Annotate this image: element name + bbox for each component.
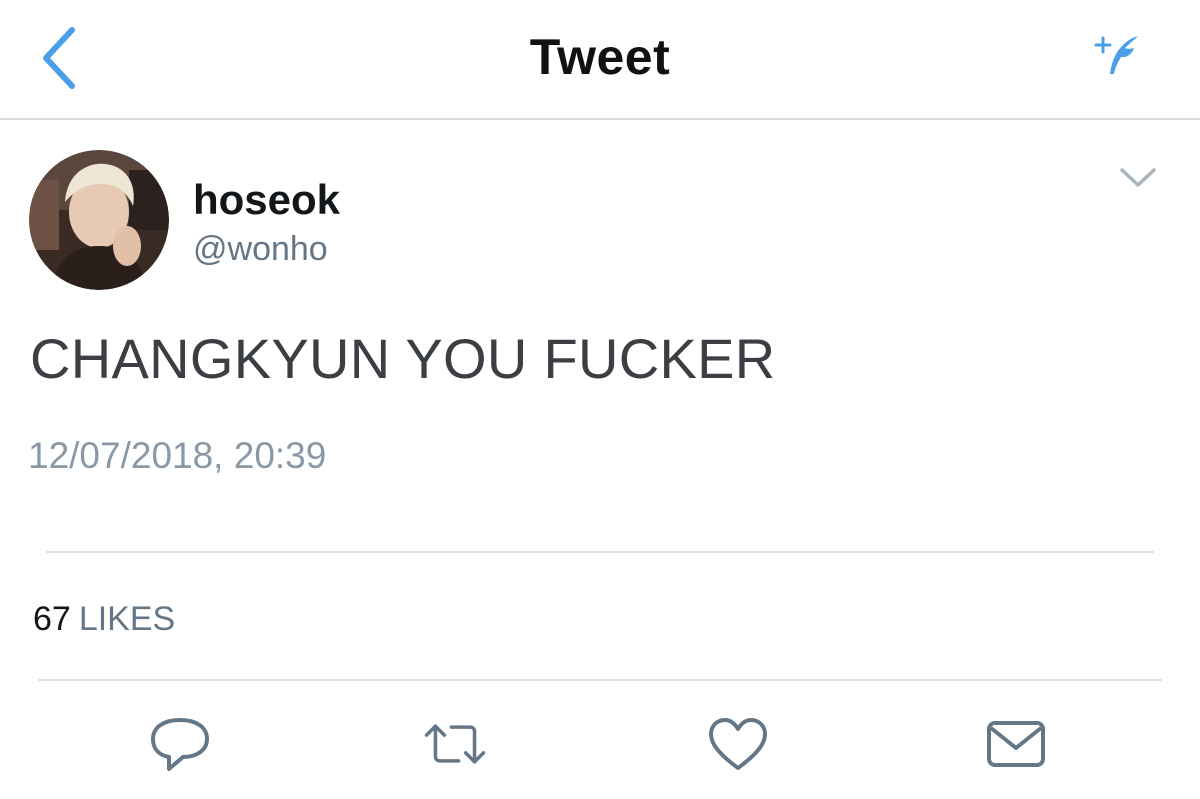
retweet-icon: [424, 724, 486, 764]
author-display-name[interactable]: hoseok: [193, 176, 340, 224]
likes-summary[interactable]: 67 LIKES: [33, 600, 175, 639]
chevron-down-icon: [1120, 168, 1156, 187]
retweet-button[interactable]: [423, 714, 487, 774]
tweet-timestamp: 12/07/2018, 20:39: [28, 435, 327, 476]
compose-tweet-button[interactable]: [1090, 26, 1150, 86]
author-handle[interactable]: @wonho: [193, 230, 328, 269]
direct-message-button[interactable]: [984, 714, 1048, 774]
direct-message-icon: [987, 721, 1045, 767]
page-title: Tweet: [529, 29, 671, 85]
like-button[interactable]: [706, 714, 770, 774]
reply-button[interactable]: [148, 714, 212, 774]
top-navigation-bar: Tweet: [0, 0, 1200, 120]
likes-count: 67: [33, 600, 71, 638]
compose-tweet-icon: [1094, 36, 1138, 74]
like-icon: [709, 718, 767, 770]
tweet-options-button[interactable]: [1112, 158, 1164, 198]
divider: [38, 679, 1162, 681]
divider: [46, 551, 1154, 553]
reply-icon: [151, 718, 209, 771]
likes-label: LIKES: [78, 600, 176, 638]
avatar[interactable]: [29, 150, 169, 290]
tweet-text: CHANGKYUN YOU FUCKER: [30, 327, 776, 390]
